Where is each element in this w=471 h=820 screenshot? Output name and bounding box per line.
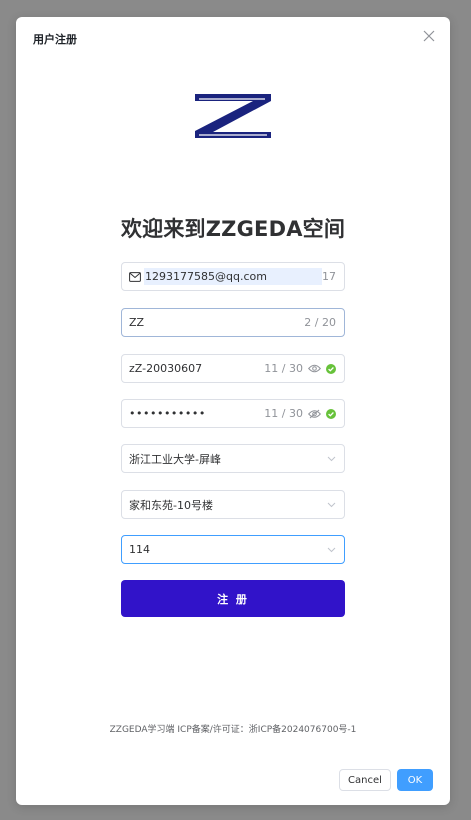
password-value: zZ-20030607 (129, 362, 203, 375)
email-field[interactable]: 1293177585@qq.com 17 (121, 262, 345, 291)
chevron-down-icon (327, 456, 336, 462)
school-value: 浙江工业大学-屏峰 (129, 452, 221, 466)
building-value: 家和东苑-10号楼 (129, 498, 213, 512)
mail-icon (129, 271, 141, 282)
confirm-password-field[interactable]: ••••••••••• 11 / 30 (121, 399, 345, 428)
eye-off-icon[interactable] (308, 409, 321, 419)
register-button[interactable]: 注 册 (121, 580, 345, 617)
check-circle-icon (326, 363, 336, 374)
room-value: 114 (129, 543, 150, 556)
ok-button[interactable]: OK (397, 769, 433, 791)
username-field[interactable]: ZZ 2 / 20 (121, 308, 345, 337)
register-dialog: 用户注册 欢迎来到ZZGEDA空间 1293177585@qq.com 17 Z… (16, 17, 450, 805)
confirm-password-count: 11 / 30 (264, 407, 303, 420)
username-count: 2 / 20 (304, 316, 336, 329)
chevron-down-icon (327, 502, 336, 508)
email-count: 17 (322, 270, 336, 283)
close-icon[interactable] (420, 27, 438, 45)
chevron-down-icon (327, 547, 336, 553)
icp-footer: ZZGEDA学习端 ICP备案/许可证：浙ICP备2024076700号-1 (109, 725, 357, 735)
room-select[interactable]: 114 (121, 535, 345, 564)
email-value: 1293177585@qq.com (144, 268, 322, 285)
password-field[interactable]: zZ-20030607 11 / 30 (121, 354, 345, 383)
check-circle-icon (326, 408, 336, 419)
eye-icon[interactable] (308, 364, 321, 373)
logo (191, 91, 275, 141)
school-select[interactable]: 浙江工业大学-屏峰 (121, 444, 345, 473)
cancel-button[interactable]: Cancel (339, 769, 391, 791)
welcome-heading: 欢迎来到ZZGEDA空间 (120, 217, 346, 241)
building-select[interactable]: 家和东苑-10号楼 (121, 490, 345, 519)
username-value: ZZ (129, 316, 145, 329)
password-count: 11 / 30 (264, 362, 303, 375)
confirm-password-value: ••••••••••• (129, 407, 206, 420)
dialog-title: 用户注册 (33, 33, 77, 46)
